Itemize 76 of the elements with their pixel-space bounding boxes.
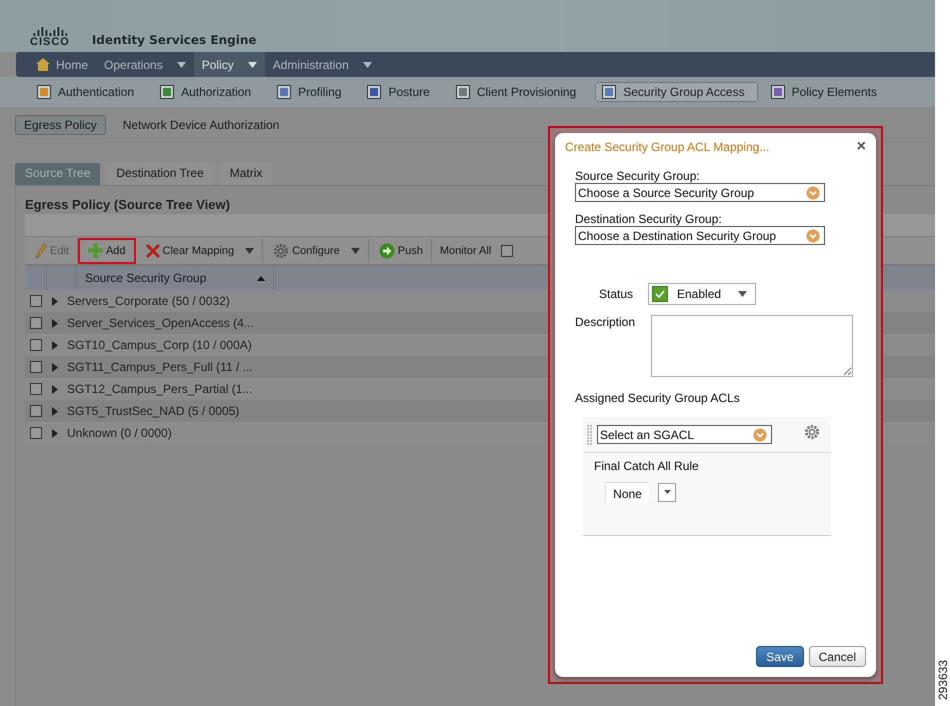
page-tab[interactable]: Network Device Authorization	[114, 114, 288, 134]
row-checkbox[interactable]	[30, 339, 42, 351]
group-name: SGT12_Campus_Pers_Partial (1...	[67, 382, 252, 396]
module-tab[interactable]: Authentication	[30, 82, 148, 102]
field-label: Source Security Group:	[575, 169, 701, 183]
arrow-circle-icon	[378, 242, 395, 258]
gear-icon[interactable]	[804, 424, 820, 440]
caret-icon[interactable]	[362, 62, 372, 68]
row-checkbox[interactable]	[30, 405, 42, 417]
caret-icon	[664, 490, 670, 494]
sort-up-icon	[257, 276, 265, 280]
expand-icon[interactable]	[52, 340, 58, 350]
caret-icon[interactable]	[245, 248, 254, 254]
field-label: Destination Security Group:	[575, 212, 723, 226]
dropdown-button[interactable]	[658, 482, 676, 502]
monitor-all-label: Monitor All	[440, 244, 492, 256]
catch-all-field[interactable]: None	[605, 482, 649, 502]
drag-handle-icon[interactable]	[587, 424, 593, 444]
page-tab[interactable]: Egress Policy	[15, 114, 106, 134]
section-label: Assigned Security Group ACLs	[575, 391, 741, 405]
expand-icon[interactable]	[52, 428, 58, 438]
expand-icon[interactable]	[52, 296, 58, 306]
module-tab[interactable]: Security Group Access	[595, 82, 758, 102]
close-button[interactable]: ×	[856, 139, 866, 155]
expand-icon[interactable]	[52, 406, 58, 416]
caret-icon[interactable]	[176, 62, 186, 68]
group-name: Server_Services_OpenAccess (4...	[67, 316, 254, 330]
toolbar-button[interactable]: Push	[368, 238, 432, 264]
module-tab[interactable]: Authorization	[153, 82, 264, 102]
field-label: Status	[598, 287, 634, 301]
description-field[interactable]	[651, 315, 853, 377]
cancel-button[interactable]: Cancel	[808, 646, 866, 667]
figure-number: 293633	[936, 660, 950, 700]
group-name: Servers_Corporate (50 / 0032)	[67, 294, 230, 308]
caret-icon[interactable]	[350, 248, 360, 254]
toolbar-button[interactable]: Clear Mapping	[136, 238, 264, 264]
plus-icon	[88, 243, 103, 258]
field-label: Final Catch All Rule	[594, 459, 700, 473]
nav-menu-item[interactable]: Administration	[264, 52, 380, 77]
module-tab[interactable]: Policy Elements	[764, 82, 890, 102]
panel-title: Egress Policy (Source Tree View)	[25, 196, 230, 214]
module-tab[interactable]: Client Provisioning	[448, 82, 590, 102]
module-tab[interactable]: Posture	[360, 82, 443, 102]
row-checkbox[interactable]	[30, 383, 42, 395]
expand-icon[interactable]	[52, 362, 58, 372]
sgacl-select[interactable]: Select an SGACL	[597, 425, 772, 444]
status-select[interactable]: Enabled	[648, 283, 756, 305]
nav-menu-item[interactable]: Operations	[96, 52, 194, 77]
field-label: Description	[575, 315, 636, 331]
caret-icon[interactable]	[248, 62, 257, 68]
home-icon	[36, 58, 50, 71]
toolbar-button[interactable]: Add	[78, 238, 136, 264]
expand-icon[interactable]	[52, 318, 58, 328]
expand-icon[interactable]	[52, 384, 58, 394]
save-button[interactable]: Save	[756, 646, 804, 667]
row-checkbox[interactable]	[30, 295, 42, 307]
group-name: SGT11_Campus_Pers_Full (11 / ...	[67, 360, 253, 374]
pencil-icon	[35, 242, 47, 258]
destination-group-select[interactable]: Choose a Destination Security Group	[575, 226, 825, 245]
group-name: SGT10_Campus_Corp (10 / 000A)	[67, 338, 252, 352]
dialog-title: Create Security Group ACL Mapping...	[565, 140, 770, 154]
row-checkbox[interactable]	[30, 361, 42, 373]
nav-menu-item[interactable]: Home	[28, 52, 96, 77]
row-checkbox[interactable]	[30, 427, 42, 439]
x-icon	[146, 244, 160, 258]
nav-menu-item[interactable]: Policy	[194, 52, 265, 77]
source-group-select[interactable]: Choose a Source Security Group	[575, 183, 825, 202]
module-tab[interactable]: Profiling	[270, 82, 354, 102]
group-name: SGT5_TrustSec_NAD (5 / 0005)	[67, 404, 240, 418]
logo-text: CISCO	[30, 36, 70, 48]
group-name: Unknown (0 / 0000)	[67, 426, 172, 440]
row-checkbox[interactable]	[30, 317, 42, 329]
product-name: Identity Services Engine	[92, 33, 256, 47]
toolbar-button[interactable]: Configure	[263, 238, 369, 264]
monitor-all-checkbox[interactable]	[501, 244, 514, 256]
logo-bars-icon	[32, 24, 67, 36]
